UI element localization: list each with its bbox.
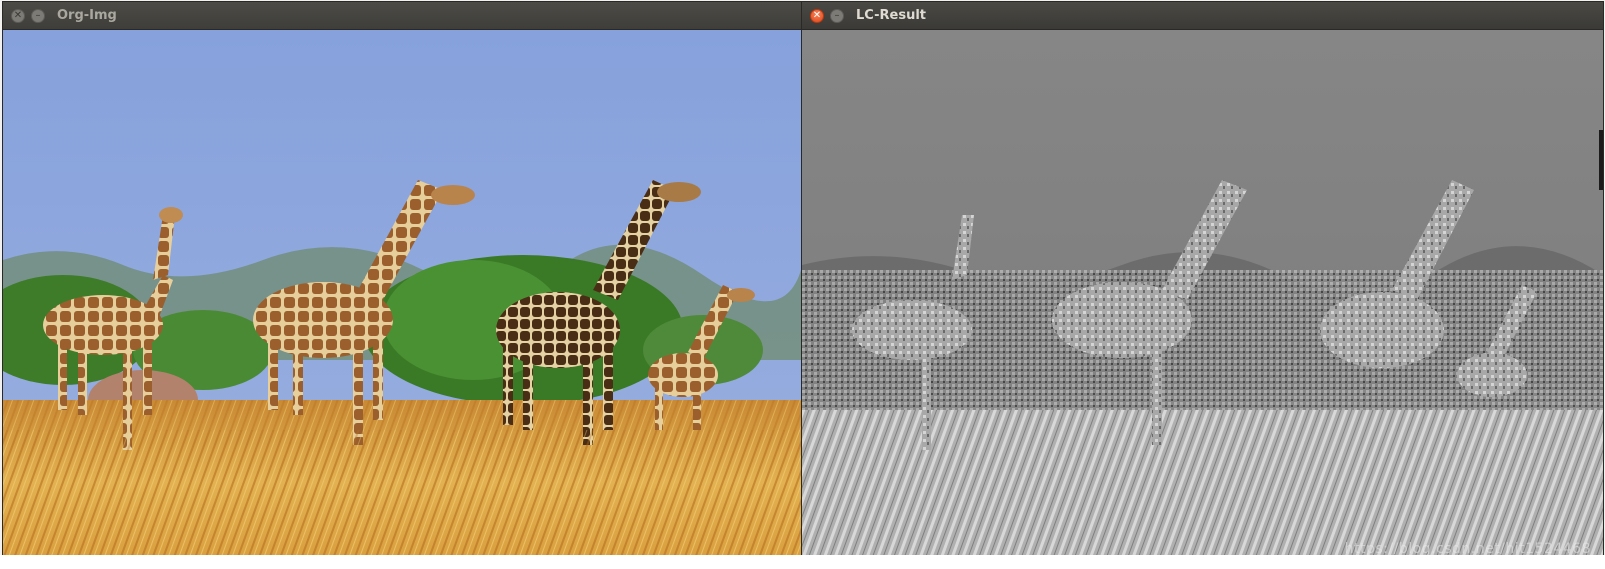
scrollbar[interactable] <box>1599 130 1603 190</box>
titlebar[interactable]: ✕ – LC-Result <box>802 2 1603 30</box>
close-button[interactable]: ✕ <box>810 8 824 23</box>
titlebar[interactable]: ✕ – Org-Img <box>3 2 801 30</box>
original-image <box>3 30 801 565</box>
close-button[interactable]: ✕ <box>11 8 25 23</box>
desktop: ✕ – Org-Img ✕ – LC-Result https://blog.c… <box>0 0 1605 569</box>
minimize-icon: – <box>35 9 41 21</box>
desktop-strip <box>0 555 1605 569</box>
org-img-window: ✕ – Org-Img <box>3 2 801 565</box>
window-title: LC-Result <box>856 8 927 23</box>
close-icon: ✕ <box>812 9 822 21</box>
minimize-button[interactable]: – <box>31 8 45 23</box>
saliency-image: https://blog.csdn.net/hit1524468 <box>802 30 1603 565</box>
minimize-icon: – <box>834 9 840 21</box>
minimize-button[interactable]: – <box>830 8 844 23</box>
close-icon: ✕ <box>13 9 23 21</box>
giraffe-photo <box>3 30 801 565</box>
lc-result-window: ✕ – LC-Result https://blog.csdn.net/hit1… <box>802 2 1603 565</box>
saliency-map <box>802 30 1603 565</box>
window-title: Org-Img <box>57 8 117 23</box>
